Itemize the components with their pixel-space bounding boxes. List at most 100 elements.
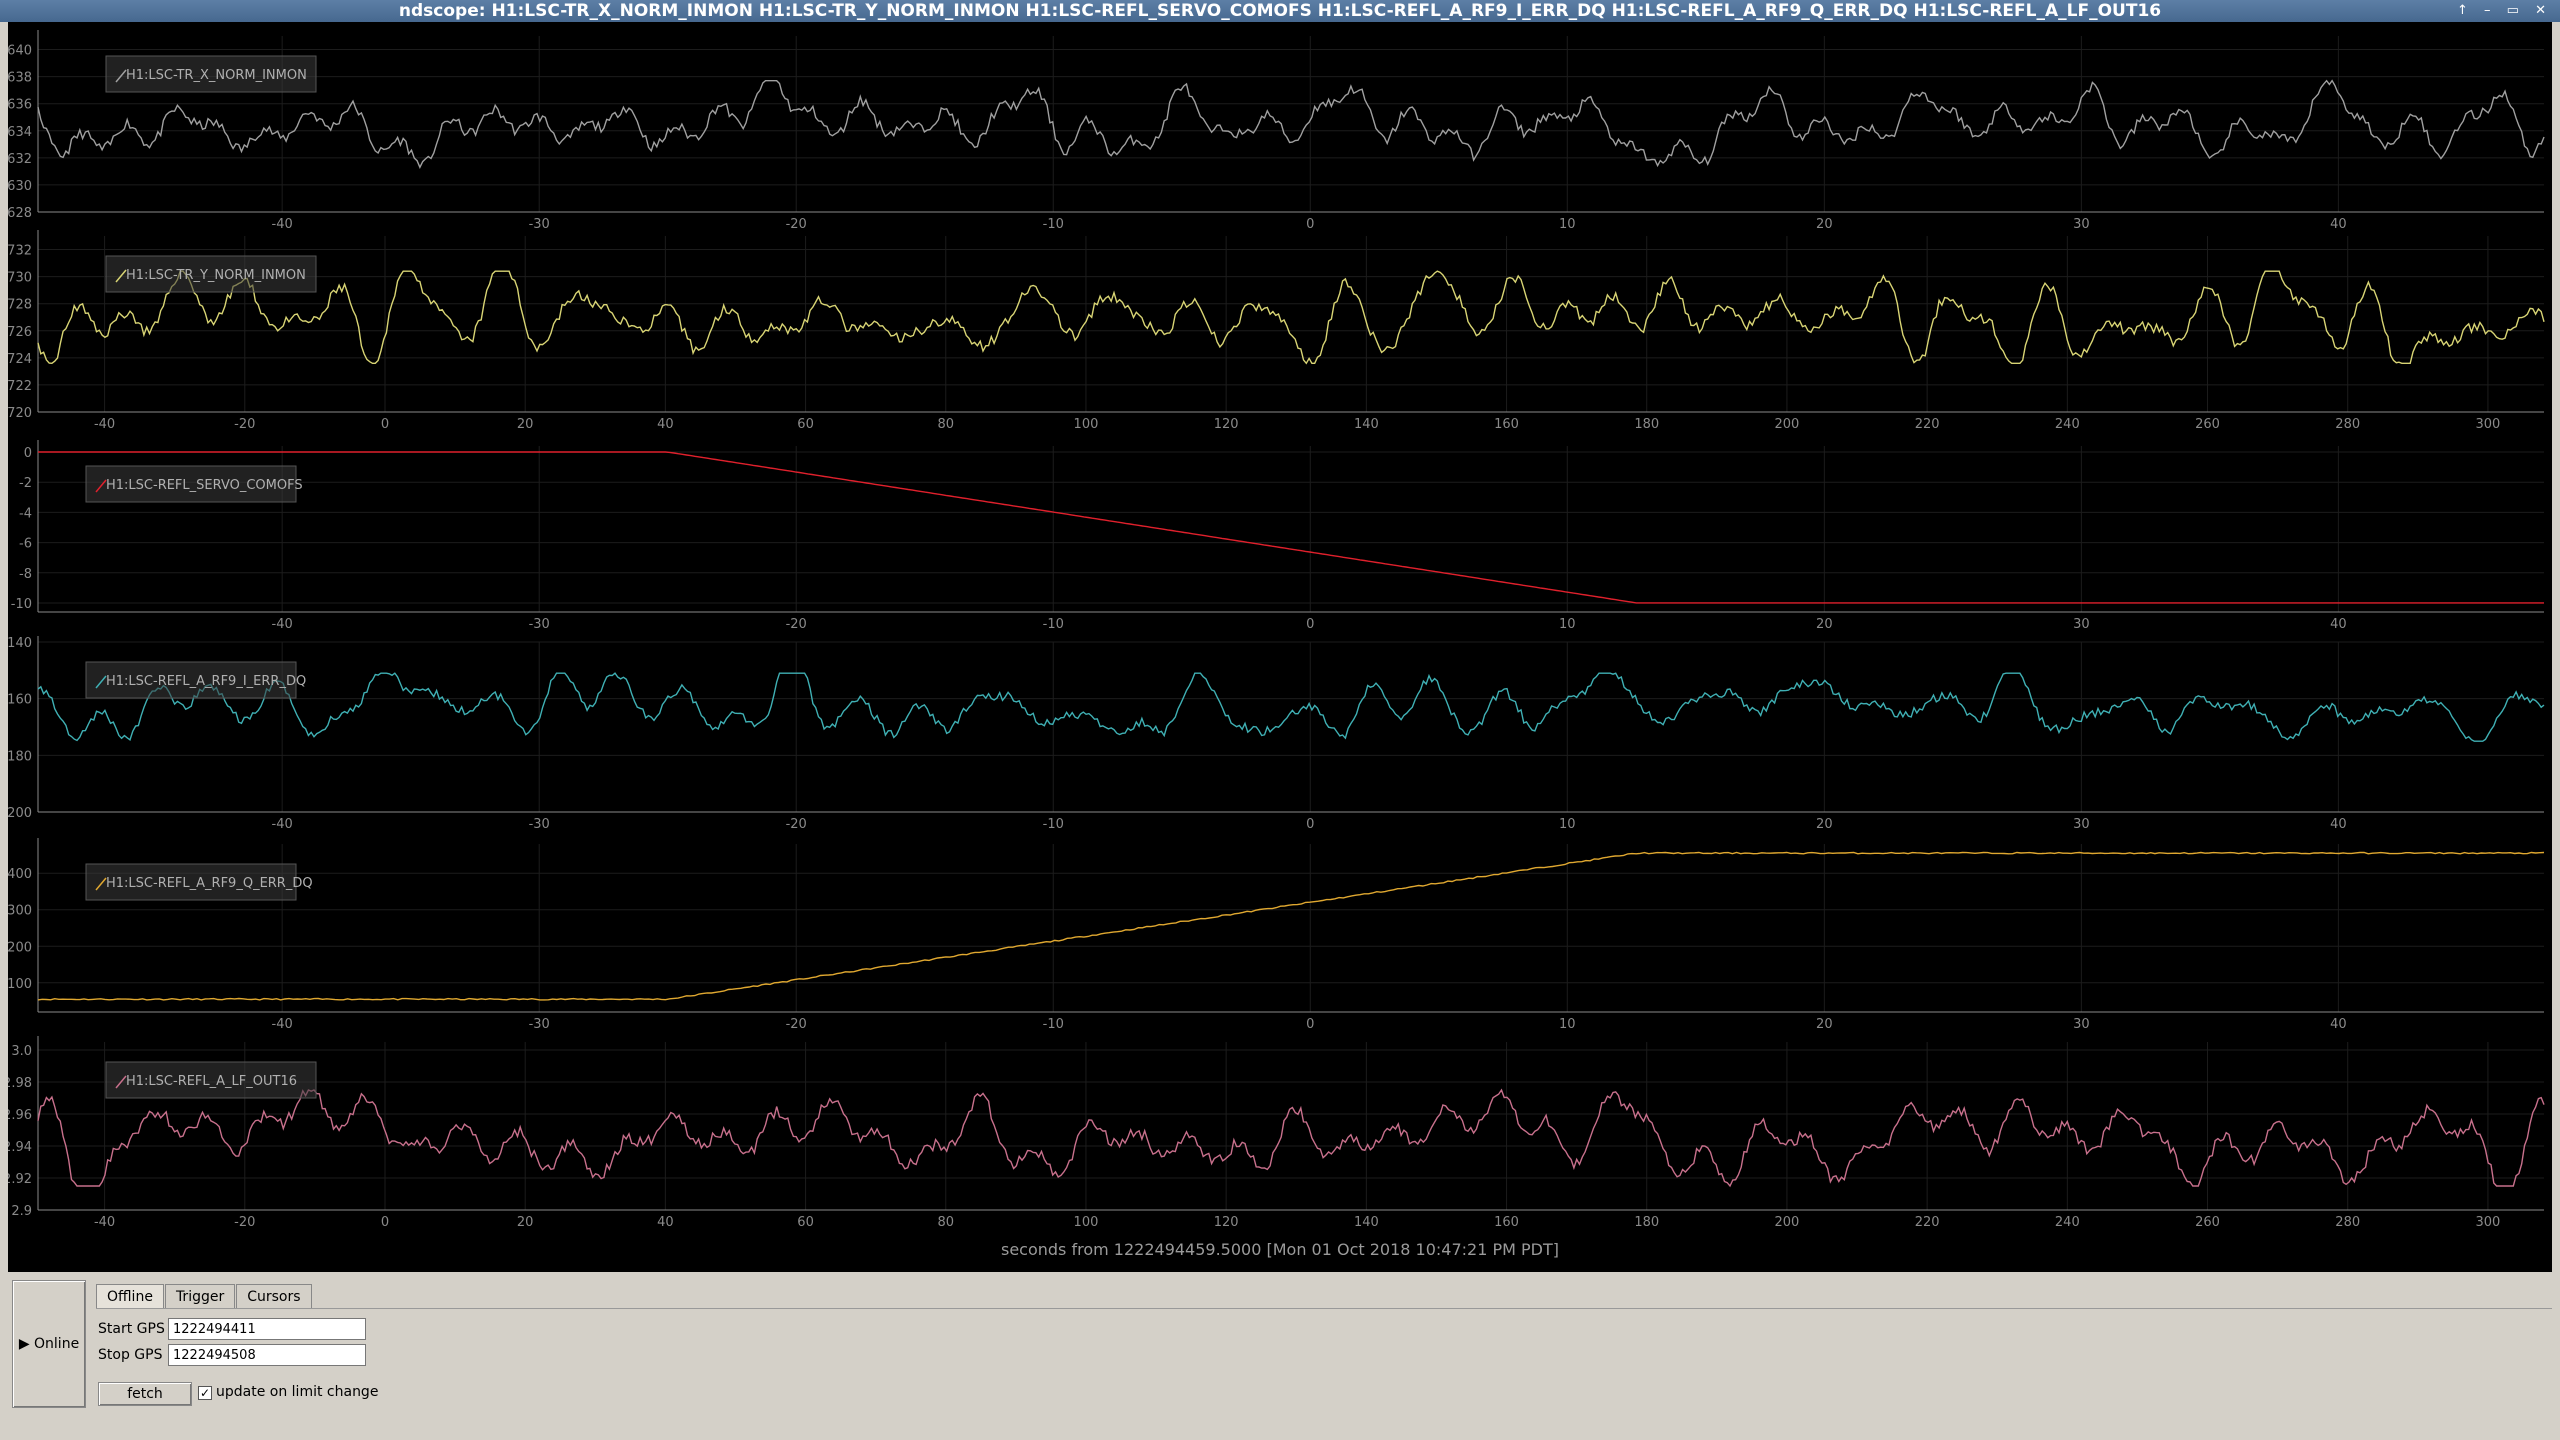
- y-tick-label: 2.98: [8, 1076, 32, 1091]
- y-tick-label: 1726: [8, 325, 32, 340]
- x-tick-label: 40: [657, 1215, 674, 1230]
- window-title: ndscope: H1:LSC-TR_X_NORM_INMON H1:LSC-T…: [398, 1, 2162, 21]
- y-tick-label: 2.9: [11, 1204, 32, 1219]
- y-tick-label: 200: [8, 940, 32, 955]
- x-tick-label: -20: [234, 1215, 255, 1230]
- tab-divider: [96, 1308, 2552, 1309]
- series-line: [37, 270, 2545, 365]
- x-tick-label: 40: [2330, 617, 2347, 632]
- plots-svg[interactable]: -40-30-20-100102030401628163016321634163…: [8, 22, 2552, 1272]
- start-gps-label: Start GPS: [98, 1321, 165, 1337]
- x-tick-label: 0: [381, 417, 389, 432]
- y-tick-label: 300: [8, 904, 32, 919]
- x-tick-label: 220: [1915, 1215, 1940, 1230]
- tab-cursors[interactable]: Cursors: [236, 1284, 312, 1308]
- legend-label: H1:LSC-REFL_A_RF9_Q_ERR_DQ: [106, 876, 313, 891]
- x-tick-label: -40: [272, 1017, 293, 1032]
- x-tick-label: 200: [1775, 1215, 1800, 1230]
- y-tick-label: -10: [11, 597, 32, 612]
- y-tick-label: -180: [8, 749, 32, 764]
- stop-gps-row: Stop GPS: [98, 1344, 366, 1366]
- control-tabs: Offline Trigger Cursors: [96, 1284, 313, 1308]
- stop-gps-label: Stop GPS: [98, 1347, 163, 1363]
- online-button[interactable]: ▶ Online: [12, 1280, 86, 1408]
- tab-trigger[interactable]: Trigger: [164, 1284, 236, 1308]
- x-tick-label: -30: [529, 217, 550, 232]
- close-icon[interactable]: ✕: [2535, 3, 2552, 18]
- x-tick-label: -40: [272, 217, 293, 232]
- y-tick-label: -160: [8, 693, 32, 708]
- x-tick-label: 280: [2335, 417, 2360, 432]
- x-tick-label: -30: [529, 817, 550, 832]
- x-axis-label: seconds from 1222494459.5000 [Mon 01 Oct…: [1000, 1240, 1560, 1259]
- y-tick-label: 0: [24, 446, 32, 461]
- y-tick-label: 1730: [8, 271, 32, 286]
- x-tick-label: 300: [2476, 1215, 2501, 1230]
- legend-label: H1:LSC-REFL_A_RF9_I_ERR_DQ: [106, 674, 306, 689]
- stop-gps-input[interactable]: [168, 1344, 366, 1366]
- update-checkbox[interactable]: ✓: [198, 1386, 212, 1400]
- x-tick-label: 30: [2073, 217, 2090, 232]
- x-tick-label: -30: [529, 617, 550, 632]
- y-tick-label: 3.0: [11, 1044, 32, 1059]
- series-line: [37, 79, 2545, 169]
- x-tick-label: -20: [786, 617, 807, 632]
- x-tick-label: -10: [1043, 1017, 1064, 1032]
- x-tick-label: 0: [1306, 817, 1314, 832]
- legend-label: H1:LSC-TR_X_NORM_INMON: [126, 68, 307, 83]
- x-tick-label: -20: [786, 217, 807, 232]
- update-checkbox-label: update on limit change: [216, 1384, 379, 1400]
- x-tick-label: 20: [1816, 817, 1833, 832]
- x-tick-label: 80: [937, 417, 954, 432]
- x-tick-label: 80: [937, 1215, 954, 1230]
- tab-offline[interactable]: Offline: [96, 1284, 164, 1308]
- y-tick-label: -6: [19, 537, 32, 552]
- series-line: [38, 451, 2544, 604]
- x-tick-label: 10: [1559, 1017, 1576, 1032]
- y-tick-label: 1632: [8, 152, 32, 167]
- series-line: [37, 851, 2545, 1001]
- maximize-icon[interactable]: ▭: [2507, 3, 2525, 18]
- x-tick-label: 0: [1306, 617, 1314, 632]
- x-tick-label: 30: [2073, 1017, 2090, 1032]
- x-tick-label: 20: [517, 1215, 534, 1230]
- x-tick-label: -10: [1043, 217, 1064, 232]
- x-tick-label: 60: [797, 417, 814, 432]
- y-tick-label: 1634: [8, 125, 32, 140]
- x-tick-label: -30: [529, 1017, 550, 1032]
- y-tick-label: 1722: [8, 379, 32, 394]
- y-tick-label: 1728: [8, 298, 32, 313]
- x-tick-label: -20: [786, 1017, 807, 1032]
- x-tick-label: 40: [2330, 817, 2347, 832]
- y-tick-label: 1628: [8, 206, 32, 221]
- series-line: [37, 1088, 2545, 1188]
- x-tick-label: 0: [1306, 1017, 1314, 1032]
- x-tick-label: 240: [2055, 1215, 2080, 1230]
- x-tick-label: -20: [234, 417, 255, 432]
- legend-label: H1:LSC-REFL_SERVO_COMOFS: [106, 478, 303, 493]
- x-tick-label: -40: [94, 1215, 115, 1230]
- x-tick-label: 20: [517, 417, 534, 432]
- raise-icon[interactable]: ↑: [2457, 3, 2474, 18]
- legend-label: H1:LSC-REFL_A_LF_OUT16: [126, 1074, 297, 1089]
- x-tick-label: 180: [1634, 417, 1659, 432]
- x-tick-label: 10: [1559, 617, 1576, 632]
- y-tick-label: 100: [8, 977, 32, 992]
- x-tick-label: 280: [2335, 1215, 2360, 1230]
- start-gps-input[interactable]: [168, 1318, 366, 1340]
- minimize-icon[interactable]: –: [2484, 3, 2497, 18]
- x-tick-label: 40: [2330, 217, 2347, 232]
- x-tick-label: 140: [1354, 417, 1379, 432]
- x-tick-label: -40: [272, 617, 293, 632]
- x-tick-label: 30: [2073, 617, 2090, 632]
- start-gps-row: Start GPS: [98, 1318, 366, 1340]
- y-tick-label: 1720: [8, 406, 32, 421]
- fetch-button[interactable]: fetch: [98, 1382, 192, 1406]
- x-tick-label: 60: [797, 1215, 814, 1230]
- x-tick-label: 10: [1559, 217, 1576, 232]
- x-tick-label: -20: [786, 817, 807, 832]
- y-tick-label: 1638: [8, 71, 32, 86]
- x-tick-label: -10: [1043, 817, 1064, 832]
- plot-area[interactable]: -40-30-20-100102030401628163016321634163…: [8, 22, 2552, 1272]
- control-panel: ▶ Online Offline Trigger Cursors Start G…: [8, 1278, 2552, 1440]
